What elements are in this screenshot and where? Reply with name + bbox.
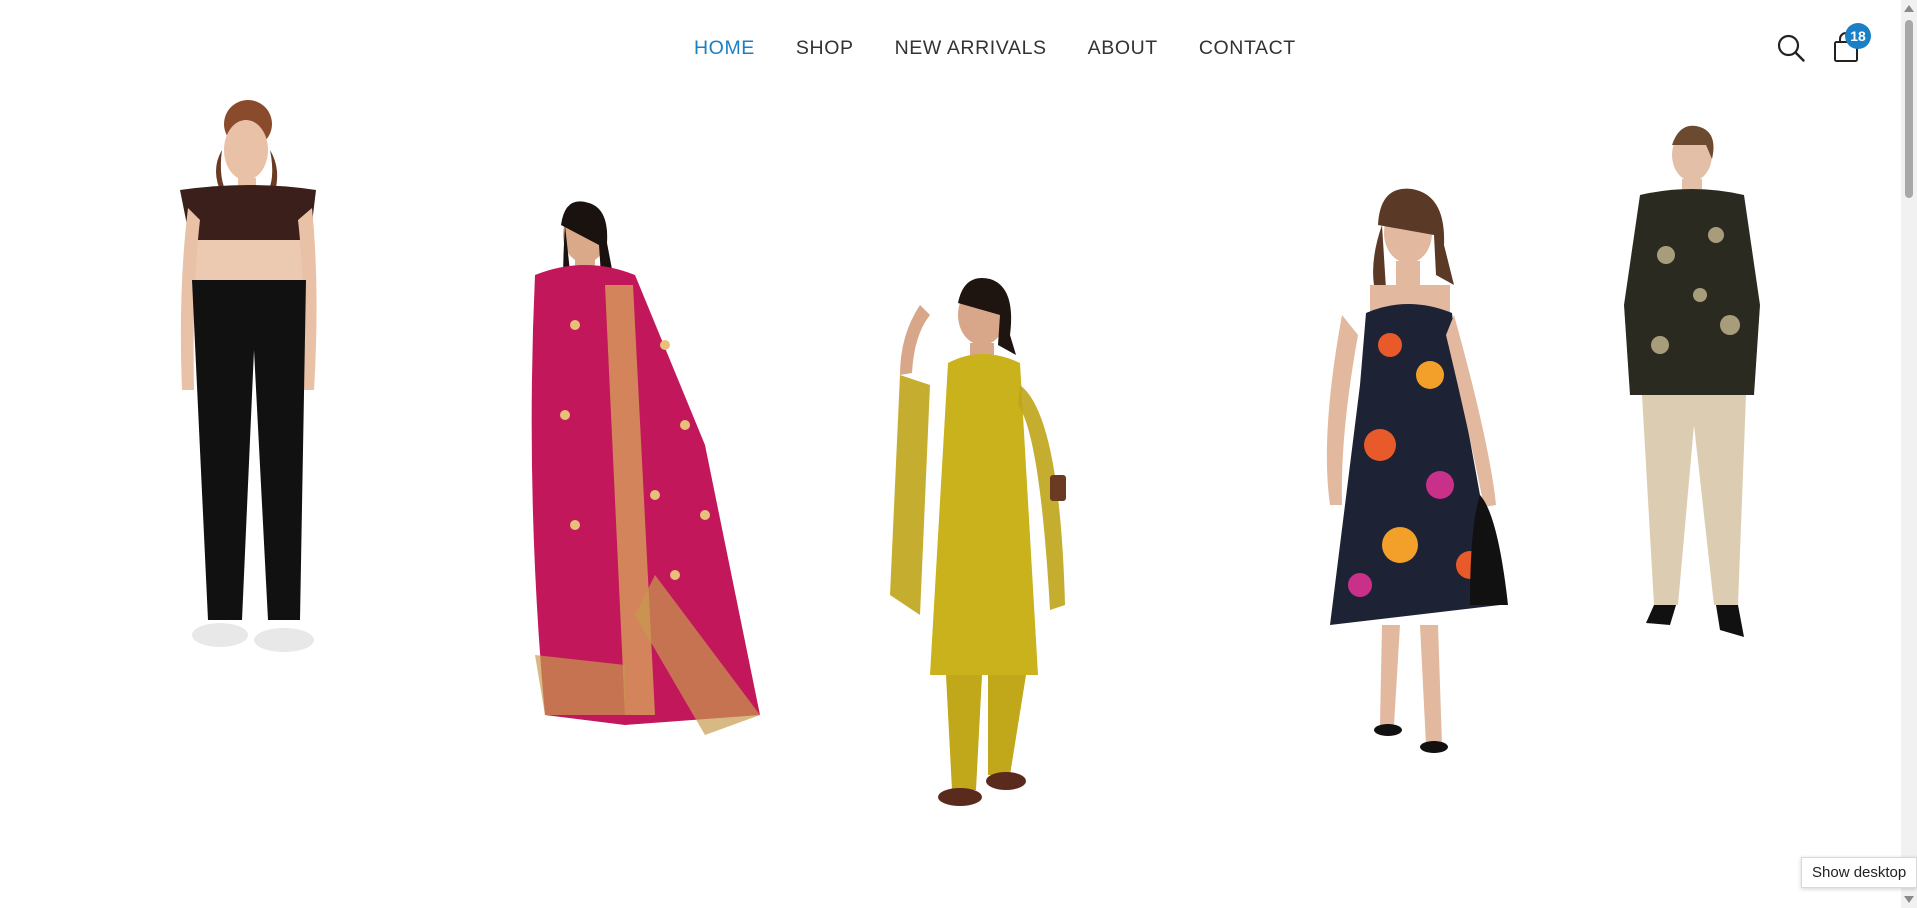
nav-about[interactable]: ABOUT xyxy=(1088,36,1158,60)
cart-count-badge: 18 xyxy=(1845,23,1871,49)
main-nav: HOME SHOP NEW ARRIVALS ABOUT CONTACT xyxy=(694,36,1296,60)
nav-contact[interactable]: CONTACT xyxy=(1199,36,1296,60)
product-image-crop-top-jeans[interactable] xyxy=(170,90,340,665)
show-desktop-tooltip: Show desktop xyxy=(1801,857,1917,888)
product-image-black-blouse-beige-pants[interactable] xyxy=(1620,125,1770,655)
product-image-floral-dress[interactable] xyxy=(1320,185,1520,755)
nav-shop[interactable]: SHOP xyxy=(796,36,854,60)
scroll-thumb[interactable] xyxy=(1905,20,1913,198)
nav-new-arrivals[interactable]: NEW ARRIVALS xyxy=(895,36,1047,60)
site-header: HOME SHOP NEW ARRIVALS ABOUT CONTACT 18 xyxy=(0,0,1900,96)
search-button[interactable] xyxy=(1776,33,1806,63)
product-image-pink-saree[interactable] xyxy=(505,195,765,745)
page: HOME SHOP NEW ARRIVALS ABOUT CONTACT 18 xyxy=(0,0,1917,908)
product-image-yellow-kurta[interactable] xyxy=(860,275,1110,815)
vertical-scrollbar[interactable] xyxy=(1901,0,1917,908)
scroll-up-arrow-icon[interactable] xyxy=(1904,5,1914,12)
nav-home[interactable]: HOME xyxy=(694,36,755,60)
search-icon xyxy=(1777,34,1805,62)
scroll-down-arrow-icon[interactable] xyxy=(1904,896,1914,903)
